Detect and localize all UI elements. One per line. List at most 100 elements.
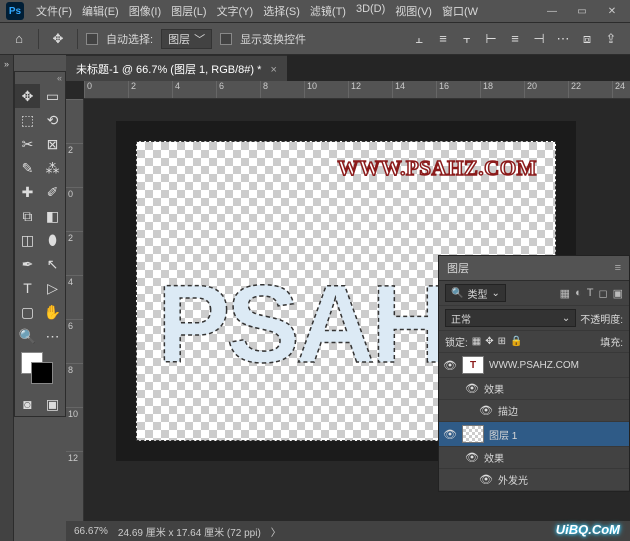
color-swatches[interactable] [15,348,65,392]
layer-outerglow-effect[interactable]: 👁 外发光 [439,469,629,491]
filter-pixel-icon[interactable]: ▦ [560,287,570,300]
align-hcenter-icon[interactable]: ≡ [504,28,526,50]
menu-3d[interactable]: 3D(D) [352,1,389,21]
wand-tool[interactable]: ⁂ [40,156,65,180]
visibility-icon[interactable]: 👁 [443,359,457,372]
lock-position-icon[interactable]: ✥ [485,336,493,347]
collapsed-panel-strip[interactable]: » [0,55,14,541]
menu-window[interactable]: 窗口(W [438,1,482,21]
layer-name: 效果 [484,381,625,396]
gradient-tool[interactable]: ◫ [15,228,40,252]
path-tool[interactable]: ↖ [40,252,65,276]
layer-text[interactable]: 👁 T WWW.PSAHZ.COM [439,353,629,378]
maximize-icon[interactable]: ▭ [570,3,594,19]
panel-menu-icon[interactable]: ≡ [615,262,621,274]
visibility-icon[interactable]: 👁 [479,473,493,486]
crop-tool[interactable]: ✂ [15,132,40,156]
minimize-icon[interactable]: — [540,3,564,19]
filter-shape-icon[interactable]: ◻ [598,287,607,300]
text-tool[interactable]: T [15,276,40,300]
filter-text-icon[interactable]: T [587,287,594,300]
visibility-icon[interactable]: 👁 [443,428,457,441]
hand-tool[interactable]: ✋ [40,300,65,324]
menu-layer[interactable]: 图层(L) [167,1,210,21]
align-right-icon[interactable]: ⊣ [528,28,550,50]
layer-1[interactable]: 👁 图层 1 [439,422,629,447]
filter-type-dropdown[interactable]: 🔍 类型 ⌄ [445,284,506,302]
pen-tool[interactable]: ✒ [15,252,40,276]
eyedropper-tool[interactable]: ✎ [15,156,40,180]
menu-image[interactable]: 图像(I) [125,1,165,21]
lock-pixels-icon[interactable]: ▦ [472,336,481,347]
clone-tool[interactable]: ⧉ [15,204,40,228]
filter-adjust-icon[interactable]: ◐ [575,287,582,300]
blend-mode-dropdown[interactable]: 正常 ⌄ [445,309,576,327]
layer-effects[interactable]: 👁 效果 [439,378,629,400]
menubar: 文件(F) 编辑(E) 图像(I) 图层(L) 文字(Y) 选择(S) 滤镜(T… [32,1,540,21]
panel-tab[interactable]: 图层 ≡ [439,256,629,281]
align-left-icon[interactable]: ⊢ [480,28,502,50]
filter-smart-icon[interactable]: ▣ [613,287,623,300]
3d-icon[interactable]: ⧈ [576,28,598,50]
auto-select-checkbox[interactable] [86,33,98,45]
zoom-tool[interactable]: 🔍 [15,324,40,348]
home-icon[interactable]: ⌂ [8,28,30,50]
menu-select[interactable]: 选择(S) [259,1,304,21]
doc-dimensions: 24.69 厘米 x 17.64 厘米 (72 ppi) [118,524,261,539]
shape-tool[interactable]: ▢ [15,300,40,324]
layer-stroke-effect[interactable]: 👁 描边 [439,400,629,422]
menu-filter[interactable]: 滤镜(T) [306,1,350,21]
chevron-right-icon[interactable]: 〉 [271,524,281,539]
healing-tool[interactable]: ✚ [15,180,40,204]
workspace: » « ✥ ▭ ⬚ ⟲ ✂ ⊠ ✎ ⁂ ✚ ✐ ⧉ ◧ ◫ ⬮ ✒ ↖ T ▷ … [0,55,630,541]
more-icon[interactable]: ⋯ [552,28,574,50]
app-logo: Ps [6,2,24,20]
menu-view[interactable]: 视图(V) [391,1,436,21]
auto-select-label: 自动选择: [106,31,153,47]
visibility-icon[interactable]: 👁 [479,404,493,417]
artboard-tool[interactable]: ▭ [40,84,65,108]
background-swatch[interactable] [31,362,53,384]
edit-toolbar[interactable]: ⋯ [40,324,65,348]
align-top-icon[interactable]: ⫠ [408,28,430,50]
auto-select-dropdown[interactable]: 图层 ﹀ [161,29,212,49]
move-tool-icon[interactable]: ✥ [47,28,69,50]
ruler-vertical: 2024681012 [66,99,84,521]
show-transform-checkbox[interactable] [220,33,232,45]
dropdown-value: 图层 [168,31,190,47]
lock-artboard-icon[interactable]: ⊞ [498,336,506,347]
align-vcenter-icon[interactable]: ≡ [432,28,454,50]
direct-select-tool[interactable]: ▷ [40,276,65,300]
titlebar: Ps 文件(F) 编辑(E) 图像(I) 图层(L) 文字(Y) 选择(S) 滤… [0,0,630,23]
lock-all-icon[interactable]: 🔒 [510,336,522,347]
layer-thumb [462,425,484,443]
chevron-down-icon: ﹀ [194,31,205,47]
eraser-tool[interactable]: ◧ [40,204,65,228]
zoom-value[interactable]: 66.67% [74,526,108,537]
menu-file[interactable]: 文件(F) [32,1,76,21]
lasso-tool[interactable]: ⟲ [40,108,65,132]
move-tool[interactable]: ✥ [15,84,40,108]
menu-type[interactable]: 文字(Y) [213,1,258,21]
expand-icon[interactable]: » [0,55,13,69]
blend-row: 正常 ⌄ 不透明度: [439,306,629,331]
marquee-tool[interactable]: ⬚ [15,108,40,132]
show-transform-label: 显示变换控件 [240,31,306,47]
frame-tool[interactable]: ⊠ [40,132,65,156]
chevron-down-icon: ⌄ [491,288,499,299]
align-bottom-icon[interactable]: ⫟ [456,28,478,50]
screenmode-tool[interactable]: ▣ [40,392,65,416]
layer-effects-2[interactable]: 👁 效果 [439,447,629,469]
menu-edit[interactable]: 编辑(E) [78,1,123,21]
brush-tool[interactable]: ✐ [40,180,65,204]
quickmask-tool[interactable]: ◙ [15,392,40,416]
blur-tool[interactable]: ⬮ [40,228,65,252]
tab-close-icon[interactable]: × [270,64,276,76]
visibility-icon[interactable]: 👁 [465,382,479,395]
toolbox-collapse-icon[interactable]: « [15,72,65,84]
visibility-icon[interactable]: 👁 [465,451,479,464]
document-tab[interactable]: 未标题-1 @ 66.7% (图层 1, RGB/8#) * × [66,55,287,82]
layers-panel[interactable]: 图层 ≡ 🔍 类型 ⌄ ▦ ◐ T ◻ ▣ 正常 ⌄ 不透明度: [438,255,630,492]
close-icon[interactable]: ✕ [600,3,624,19]
share-icon[interactable]: ⇪ [600,28,622,50]
